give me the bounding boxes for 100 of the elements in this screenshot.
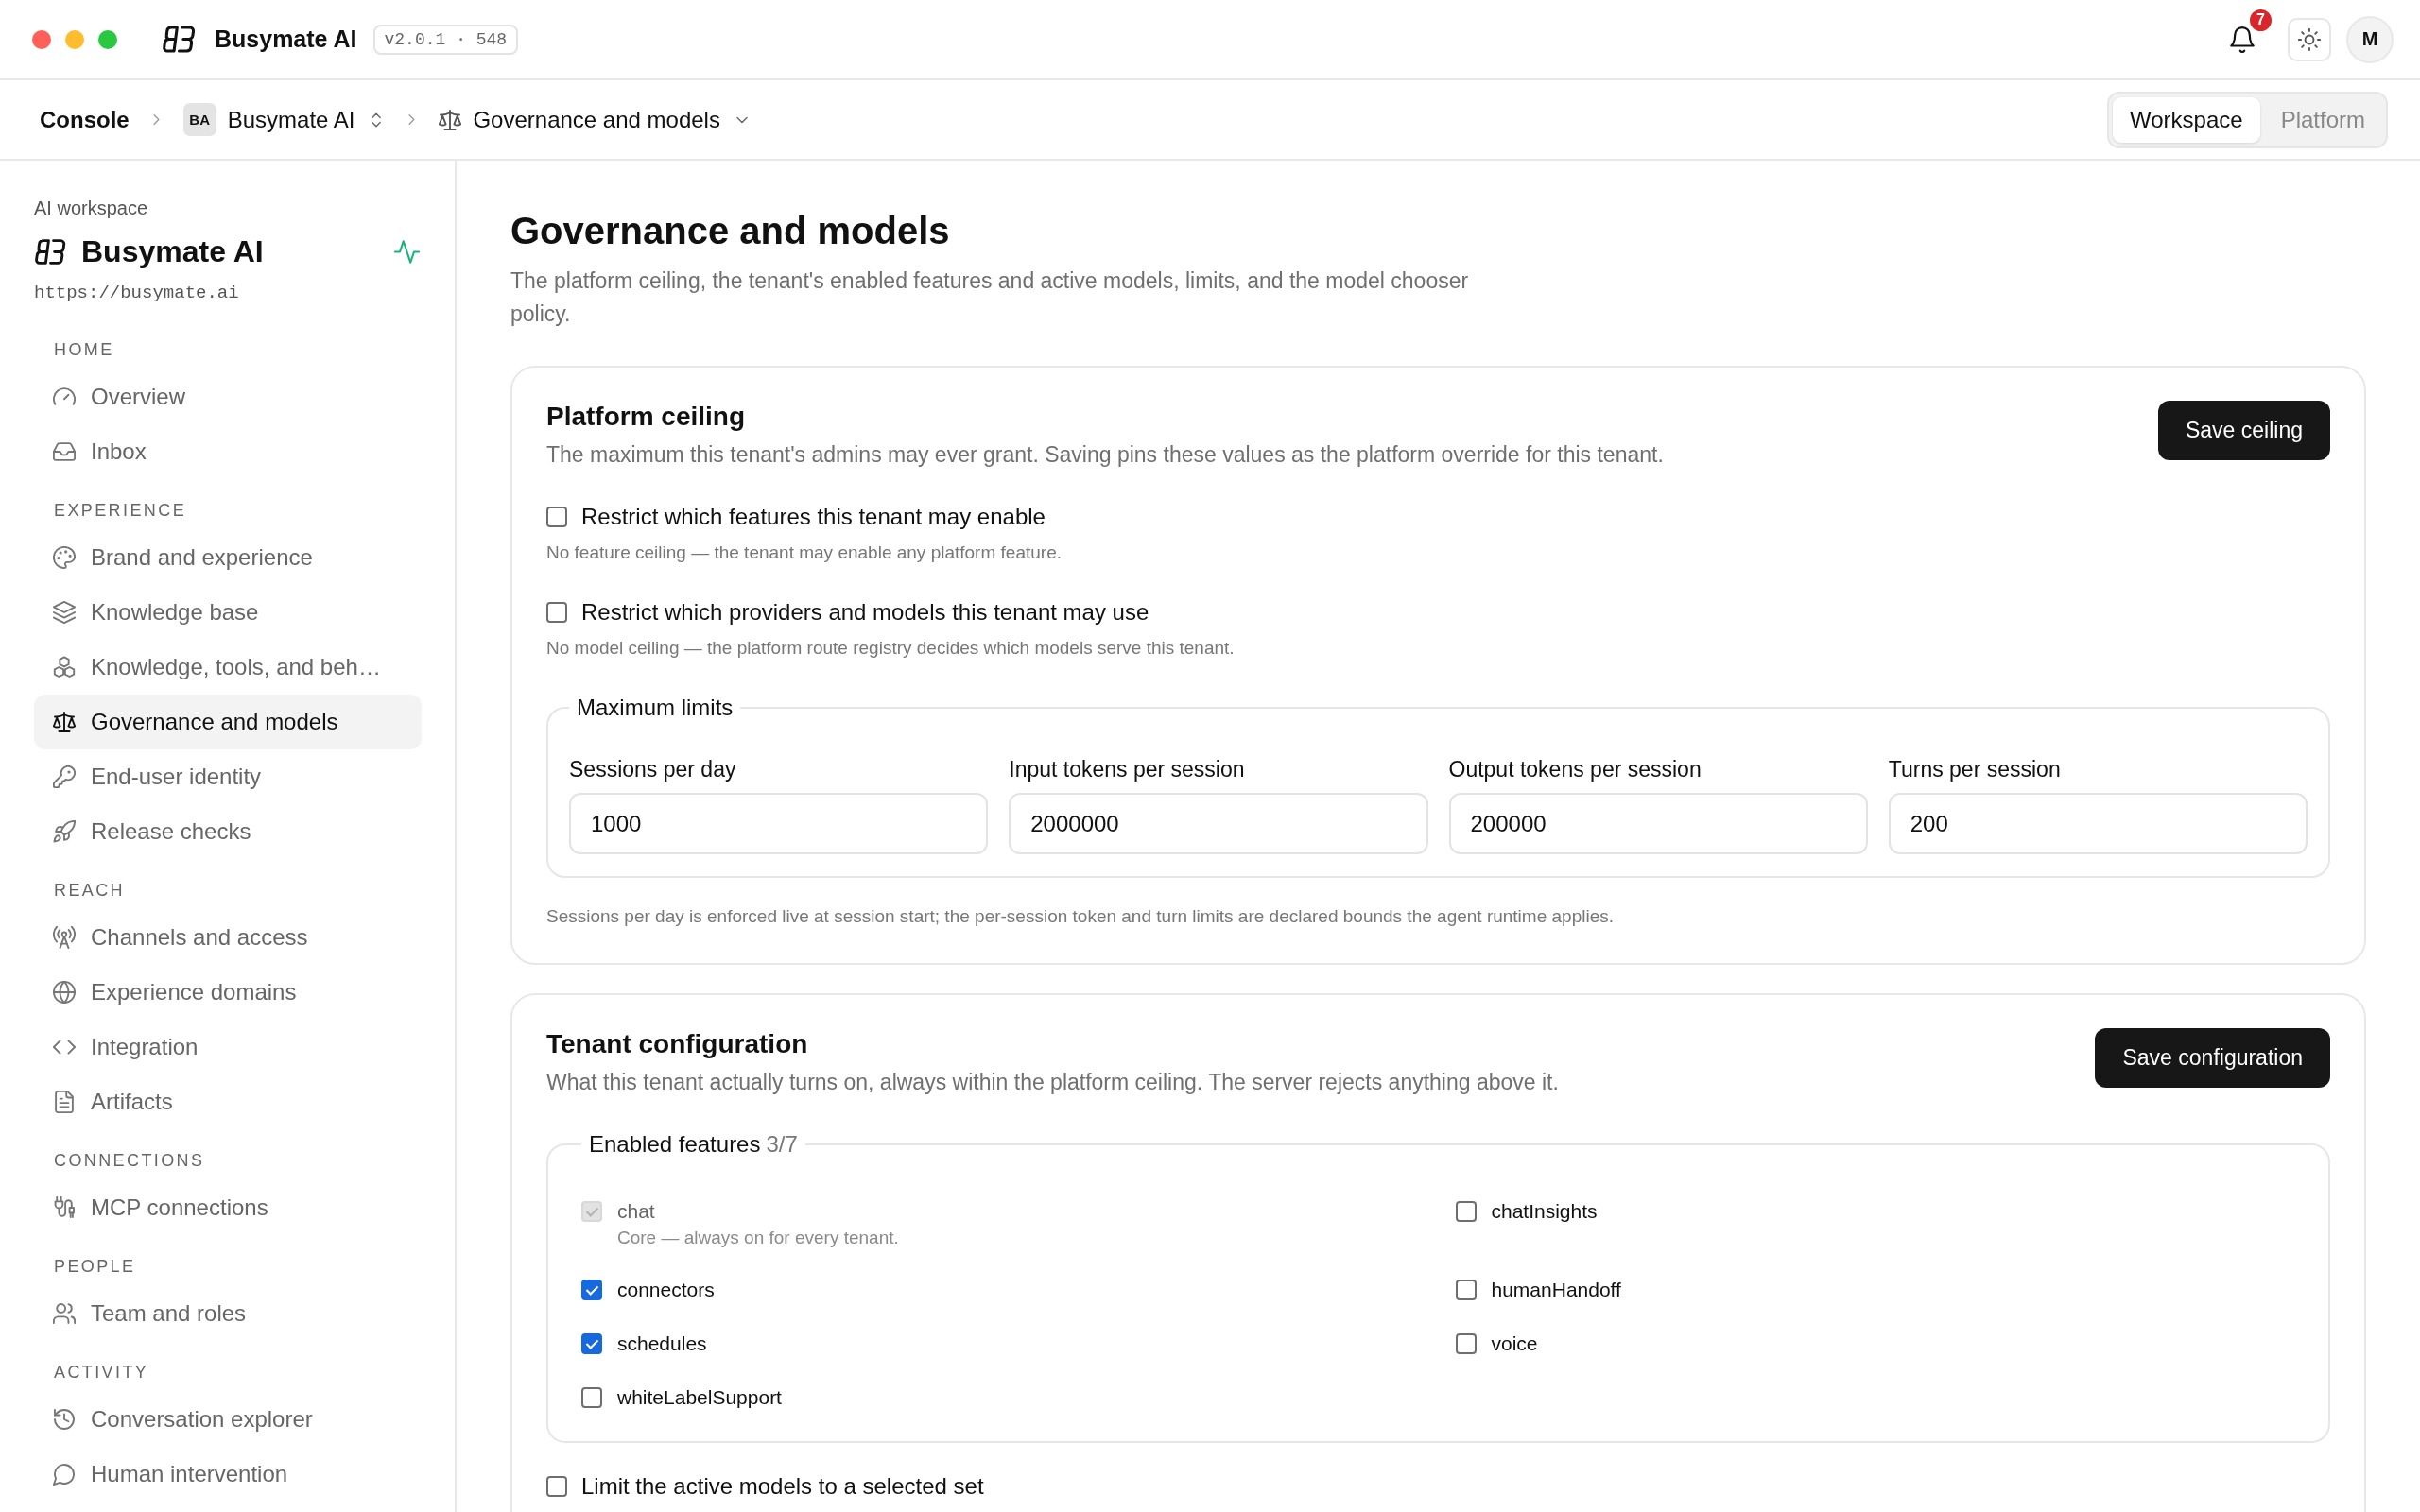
user-avatar[interactable]: M: [2346, 15, 2394, 63]
workspace-url: https://busymate.ai: [34, 282, 240, 304]
field-label: Sessions per day: [569, 756, 737, 782]
feature-hint: Core — always on for every tenant.: [616, 1227, 900, 1249]
scope-tab[interactable]: Workspace: [2113, 96, 2260, 143]
boxes-icon: [53, 656, 76, 679]
breadcrumb-link[interactable]: Busymate AI: [227, 106, 355, 133]
palette-icon: [53, 546, 76, 569]
scale-icon: [53, 711, 76, 733]
page-description: The platform ceiling, the tenant's enabled features and active models, limits, and the model chooser policy.: [510, 267, 1470, 328]
scale-icon: [439, 108, 462, 131]
checkbox[interactable]: [1455, 1201, 1477, 1222]
option-hint: No model ceiling — the platform route registry decides which models serve this tenant.: [546, 637, 1236, 660]
feature-label: voice: [1491, 1332, 1538, 1356]
globe-icon: [53, 981, 76, 1004]
history-icon: [53, 1408, 76, 1431]
notification-badge: 7: [2248, 7, 2273, 33]
section-heading: ACTIVITY: [53, 1362, 150, 1383]
field-label: Turns per session: [1888, 756, 2062, 782]
feature-label: chatInsights: [1491, 1199, 1598, 1224]
feature-label: chat: [617, 1199, 655, 1224]
checkbox[interactable]: [581, 1387, 602, 1408]
theme-toggle-button[interactable]: [2288, 17, 2331, 61]
feature-label: schedules: [617, 1332, 707, 1356]
sidebar-item[interactable]: Integration: [34, 1020, 422, 1074]
sidebar-item[interactable]: Knowledge base: [34, 585, 422, 640]
inbox-icon: [53, 440, 76, 463]
input-field[interactable]: 200000: [1448, 793, 1868, 854]
document-icon: [53, 1091, 76, 1113]
plug-icon: [53, 1196, 76, 1219]
gauge-icon: [53, 386, 76, 408]
users-icon: [53, 1302, 76, 1325]
checkbox[interactable]: [546, 1476, 567, 1497]
key-icon: [53, 765, 76, 788]
feature-count: 3/7: [766, 1131, 798, 1157]
section-heading: REACH: [53, 880, 126, 902]
page-title: Governance and models: [510, 209, 951, 253]
checkbox[interactable]: [546, 507, 567, 527]
checkbox[interactable]: [581, 1280, 602, 1300]
input-field[interactable]: 2000000: [1009, 793, 1428, 854]
checkbox-label: Limit the active models to a selected set: [581, 1472, 984, 1501]
save-button[interactable]: Save configuration: [2095, 1028, 2330, 1088]
input-field[interactable]: 200: [1888, 793, 2308, 854]
checkbox-label: Restrict which features this tenant may enable: [581, 503, 1046, 531]
sidebar-item[interactable]: Experience domains: [34, 965, 422, 1020]
section-heading: CONNECTIONS: [53, 1150, 206, 1172]
card-description: The maximum this tenant's admins may ever grant. Saving pins these values as the platform override for this tenant.: [546, 441, 1664, 469]
workspace-avatar: BA: [182, 103, 216, 136]
window-close-button[interactable]: [32, 29, 51, 49]
bell-icon[interactable]: [2229, 25, 2256, 54]
pulse-icon: [394, 238, 420, 265]
sidebar-item[interactable]: Human intervention: [34, 1447, 422, 1502]
sidebar-item[interactable]: Release checks: [34, 804, 422, 859]
option-hint: No feature ceiling — the tenant may enable any platform feature.: [546, 541, 1063, 564]
input-field[interactable]: 1000: [569, 793, 989, 854]
checkbox[interactable]: [581, 1333, 602, 1354]
sidebar-item[interactable]: Brand and experience: [34, 530, 422, 585]
logo-icon: [162, 25, 197, 54]
logo-icon: [34, 237, 67, 266]
sidebar-item[interactable]: Inbox: [34, 424, 422, 479]
sidebar-item[interactable]: End-user identity: [34, 749, 422, 804]
scope-tab[interactable]: Platform: [2263, 96, 2382, 143]
layers-icon: [53, 601, 76, 624]
feature-label: humanHandoff: [1491, 1278, 1621, 1302]
version-badge: v2.0.1 · 548: [372, 24, 519, 55]
card-description: What this tenant actually turns on, always within the platform ceiling. The server rejects anything above it.: [546, 1069, 1559, 1096]
breadcrumb-link[interactable]: Governance and models: [473, 106, 720, 133]
section-heading: PEOPLE: [53, 1256, 137, 1278]
sidebar-item[interactable]: Channels and access: [34, 910, 422, 965]
sidebar-item[interactable]: Team and roles: [34, 1286, 422, 1341]
field-label: Output tokens per session: [1448, 756, 1703, 782]
card-title: Tenant configuration: [546, 1028, 809, 1060]
sidebar-item[interactable]: Conversation explorer: [34, 1392, 422, 1447]
chat-bubble-icon: [53, 1463, 76, 1486]
group-legend: Maximum limits: [577, 695, 734, 720]
sidebar-item[interactable]: MCP connections: [34, 1180, 422, 1235]
antenna-icon: [53, 926, 76, 949]
rocket-icon: [53, 820, 76, 843]
section-heading: EXPERIENCE: [53, 500, 188, 522]
checkbox-label: Restrict which providers and models this tenant may use: [581, 598, 1150, 627]
app-name: Busymate AI: [215, 26, 357, 53]
checkbox[interactable]: [546, 602, 567, 623]
sidebar-item[interactable]: Governance and models: [34, 695, 422, 749]
checkbox[interactable]: [1455, 1333, 1477, 1354]
section-heading: HOME: [53, 339, 115, 361]
save-button[interactable]: Save ceiling: [2157, 401, 2330, 460]
feature-label: connectors: [617, 1278, 715, 1302]
group-legend: Enabled features: [589, 1131, 761, 1157]
limits-note: Sessions per day is enforced live at session start; the per-session token and turn limits are declared bounds the agent runtime applies.: [546, 905, 1615, 928]
workspace-title: Busymate AI: [81, 233, 264, 269]
sun-icon: [2298, 27, 2321, 51]
workspace-caption: AI workspace: [34, 197, 149, 220]
sidebar-item[interactable]: Knowledge, tools, and beh…: [34, 640, 422, 695]
feature-label: whiteLabelSupport: [617, 1385, 782, 1410]
breadcrumb-link[interactable]: Console: [40, 106, 130, 133]
sidebar-item[interactable]: Artifacts: [34, 1074, 422, 1129]
sidebar-item[interactable]: Overview: [34, 369, 422, 424]
card-title: Platform ceiling: [546, 401, 747, 433]
field-label: Input tokens per session: [1009, 756, 1246, 782]
checkbox[interactable]: [1455, 1280, 1477, 1300]
